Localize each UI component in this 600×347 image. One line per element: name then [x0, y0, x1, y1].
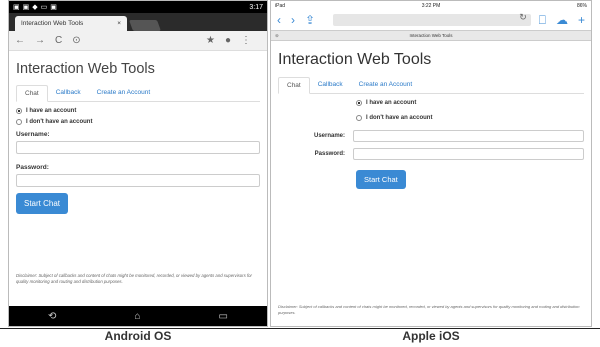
- page-title: Interaction Web Tools: [16, 61, 155, 77]
- share-icon[interactable]: ⇪: [305, 13, 315, 27]
- forward-icon[interactable]: →: [35, 35, 45, 46]
- username-row: Username:: [278, 130, 584, 142]
- tab-create-account[interactable]: Create an Account: [89, 85, 158, 101]
- back-icon[interactable]: ‹: [277, 13, 281, 27]
- ios-toolbar: ‹ › ⇪ ↻ ⎕ ☁ +: [271, 10, 591, 30]
- tab-callback[interactable]: Callback: [310, 77, 351, 93]
- android-screenshot: ▣ ▣ ◆ ▭ ▣ 3:17 Interaction Web Tools × ← → C…: [8, 0, 268, 327]
- password-input[interactable]: [353, 148, 584, 160]
- android-browser-tab[interactable]: Interaction Web Tools ×: [15, 16, 127, 31]
- disclaimer-text: Disclaimer: Subject of callbacks and con…: [16, 272, 252, 284]
- ios-tab-title[interactable]: Interaction Web Tools: [409, 33, 452, 38]
- cloud-tabs-icon[interactable]: ☁: [556, 13, 568, 27]
- radio-no-account-label: I don't have an account: [366, 115, 433, 121]
- password-row: Password:: [278, 148, 584, 160]
- password-label: Password:: [314, 151, 345, 157]
- close-tab-icon[interactable]: ×: [117, 20, 121, 27]
- reload-icon[interactable]: ↻: [519, 12, 527, 23]
- start-chat-button[interactable]: Start Chat: [356, 170, 406, 189]
- radio-have-account[interactable]: [16, 108, 22, 114]
- ios-screenshot: iPad 3:22 PM 86% ‹ › ⇪ ↻ ⎕ ☁ + ⊗ Interac…: [270, 0, 592, 327]
- android-caption: Android OS: [104, 329, 172, 343]
- start-chat-button[interactable]: Start Chat: [16, 193, 69, 214]
- forward-icon[interactable]: ›: [291, 13, 295, 27]
- ios-status-time: 3:22 PM: [421, 2, 441, 9]
- radio-no-account-row[interactable]: I don't have an account: [356, 115, 584, 121]
- bookmarks-icon[interactable]: ⎕: [539, 13, 546, 28]
- android-address-bar: ← → C ⊙ ★ ● ⋮: [9, 31, 267, 51]
- url-field[interactable]: ↻: [333, 12, 531, 26]
- back-nav-icon[interactable]: ⟲: [48, 311, 56, 322]
- tab-callback[interactable]: Callback: [48, 85, 89, 101]
- android-tab-strip: Interaction Web Tools ×: [9, 13, 267, 31]
- new-tab-button[interactable]: [128, 20, 162, 31]
- back-icon[interactable]: ←: [15, 35, 25, 46]
- radio-no-account-label: I don't have an account: [26, 119, 93, 125]
- radio-have-account-label: I have an account: [26, 108, 77, 114]
- recents-nav-icon[interactable]: ▭: [219, 311, 228, 322]
- android-nav-bar: ⟲ ⌂ ▭: [9, 306, 267, 326]
- home-nav-icon[interactable]: ⌂: [134, 311, 140, 322]
- radio-have-account[interactable]: [356, 100, 362, 106]
- android-page-content: Interaction Web Tools Chat Callback Crea…: [9, 51, 267, 289]
- radio-have-account-label: I have an account: [366, 100, 417, 106]
- android-status-bar: ▣ ▣ ◆ ▭ ▣ 3:17: [9, 1, 267, 13]
- tab-chat[interactable]: Chat: [16, 85, 48, 102]
- tab-create-account[interactable]: Create an Account: [351, 77, 420, 93]
- close-tab-icon[interactable]: ⊗: [275, 33, 279, 39]
- ios-status-bar: iPad 3:22 PM 86%: [271, 1, 591, 10]
- username-label: Username:: [16, 131, 50, 138]
- password-input[interactable]: [16, 174, 260, 187]
- reload-icon[interactable]: C: [55, 35, 62, 46]
- ios-tab-strip: ⊗ Interaction Web Tools: [271, 30, 591, 41]
- ios-status-battery: 86%: [576, 2, 587, 9]
- notification-icons: ▣ ▣ ◆ ▭ ▣: [13, 4, 57, 11]
- radio-have-account-row[interactable]: I have an account: [16, 108, 260, 114]
- password-label: Password:: [16, 164, 49, 171]
- radio-have-account-row[interactable]: I have an account: [356, 100, 584, 106]
- microphone-icon[interactable]: ●: [225, 35, 231, 46]
- radio-no-account[interactable]: [356, 115, 362, 121]
- radio-no-account[interactable]: [16, 119, 22, 125]
- username-label: Username:: [313, 133, 345, 139]
- radio-no-account-row[interactable]: I don't have an account: [16, 119, 260, 125]
- ios-page-tabs: Chat Callback Create an Account: [278, 77, 584, 94]
- ios-page-content: Interaction Web Tools Chat Callback Crea…: [271, 41, 591, 326]
- page-title: Interaction Web Tools: [278, 51, 432, 68]
- ios-status-device: iPad: [275, 2, 286, 9]
- username-input[interactable]: [353, 130, 584, 142]
- tab-chat[interactable]: Chat: [278, 77, 310, 94]
- disclaimer-text: Disclaimer: Subject of callbacks and con…: [278, 304, 580, 315]
- bookmark-star-icon[interactable]: ★: [206, 35, 215, 46]
- new-tab-icon[interactable]: +: [578, 13, 585, 27]
- android-tab-title: Interaction Web Tools: [21, 20, 84, 27]
- username-input[interactable]: [16, 141, 260, 154]
- android-status-time: 3:17: [249, 3, 263, 11]
- ios-caption: Apple iOS: [402, 329, 460, 343]
- menu-icon[interactable]: ⋮: [241, 35, 251, 46]
- site-info-icon[interactable]: ⊙: [72, 35, 80, 46]
- android-page-tabs: Chat Callback Create an Account: [16, 85, 260, 102]
